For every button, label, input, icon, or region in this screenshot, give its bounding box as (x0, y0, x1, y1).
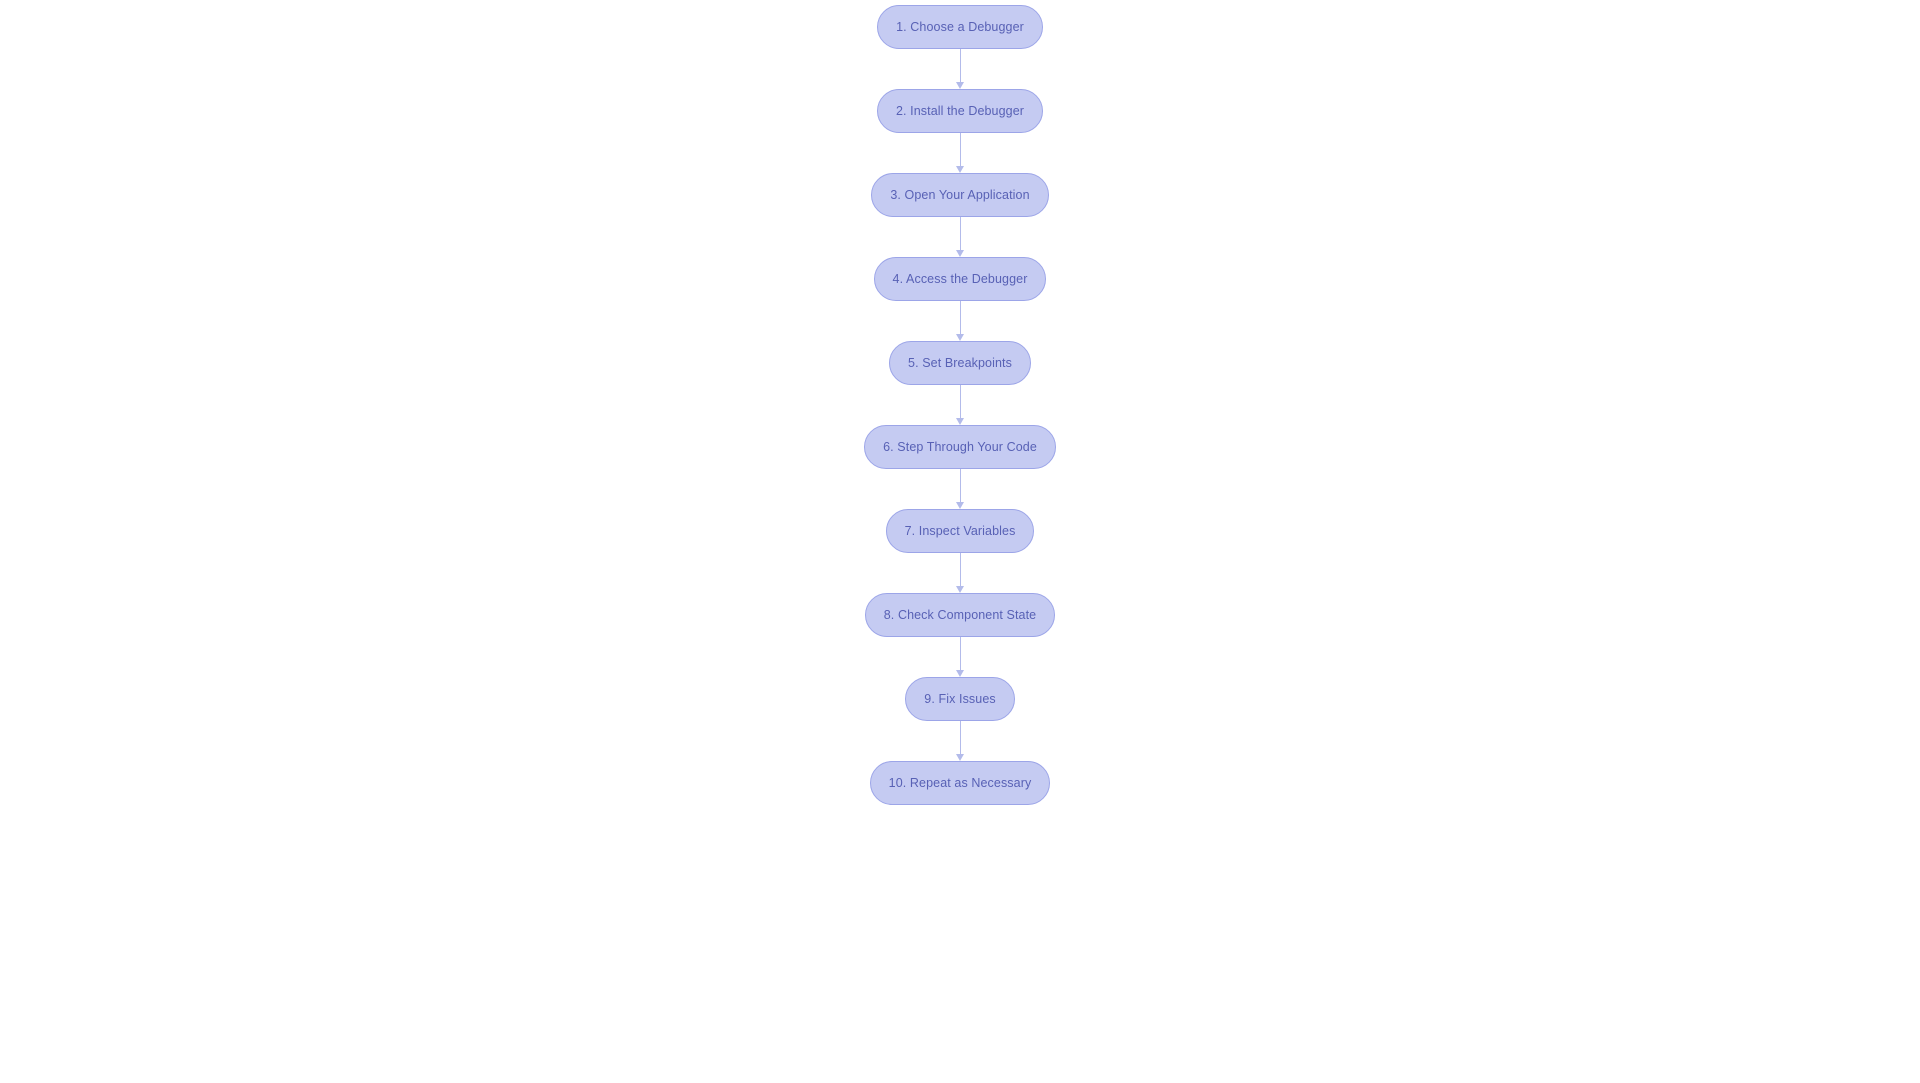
flowchart-node-5: 5. Set Breakpoints (889, 341, 1031, 385)
flowchart-connector (956, 385, 964, 425)
connector-line (960, 49, 961, 83)
flowchart-node-1: 1. Choose a Debugger (877, 5, 1043, 49)
flowchart-connector (956, 49, 964, 89)
arrow-down-icon (956, 166, 964, 173)
flowchart-connector (956, 133, 964, 173)
flowchart-connector (956, 301, 964, 341)
flowchart-node-10: 10. Repeat as Necessary (870, 761, 1051, 805)
flowchart-node-3: 3. Open Your Application (871, 173, 1048, 217)
arrow-down-icon (956, 250, 964, 257)
arrow-down-icon (956, 754, 964, 761)
connector-line (960, 133, 961, 167)
flowchart-node-7: 7. Inspect Variables (886, 509, 1035, 553)
connector-line (960, 469, 961, 503)
flowchart-node-4: 4. Access the Debugger (874, 257, 1047, 301)
arrow-down-icon (956, 334, 964, 341)
flowchart-connector (956, 469, 964, 509)
flowchart-node-2: 2. Install the Debugger (877, 89, 1043, 133)
connector-line (960, 301, 961, 335)
arrow-down-icon (956, 670, 964, 677)
flowchart-container: 1. Choose a Debugger 2. Install the Debu… (864, 5, 1056, 805)
flowchart-connector (956, 217, 964, 257)
arrow-down-icon (956, 418, 964, 425)
flowchart-connector (956, 721, 964, 761)
flowchart-connector (956, 637, 964, 677)
arrow-down-icon (956, 586, 964, 593)
flowchart-connector (956, 553, 964, 593)
connector-line (960, 553, 961, 587)
arrow-down-icon (956, 82, 964, 89)
flowchart-node-8: 8. Check Component State (865, 593, 1056, 637)
connector-line (960, 385, 961, 419)
flowchart-node-6: 6. Step Through Your Code (864, 425, 1056, 469)
arrow-down-icon (956, 502, 964, 509)
connector-line (960, 721, 961, 755)
connector-line (960, 637, 961, 671)
flowchart-node-9: 9. Fix Issues (905, 677, 1014, 721)
connector-line (960, 217, 961, 251)
